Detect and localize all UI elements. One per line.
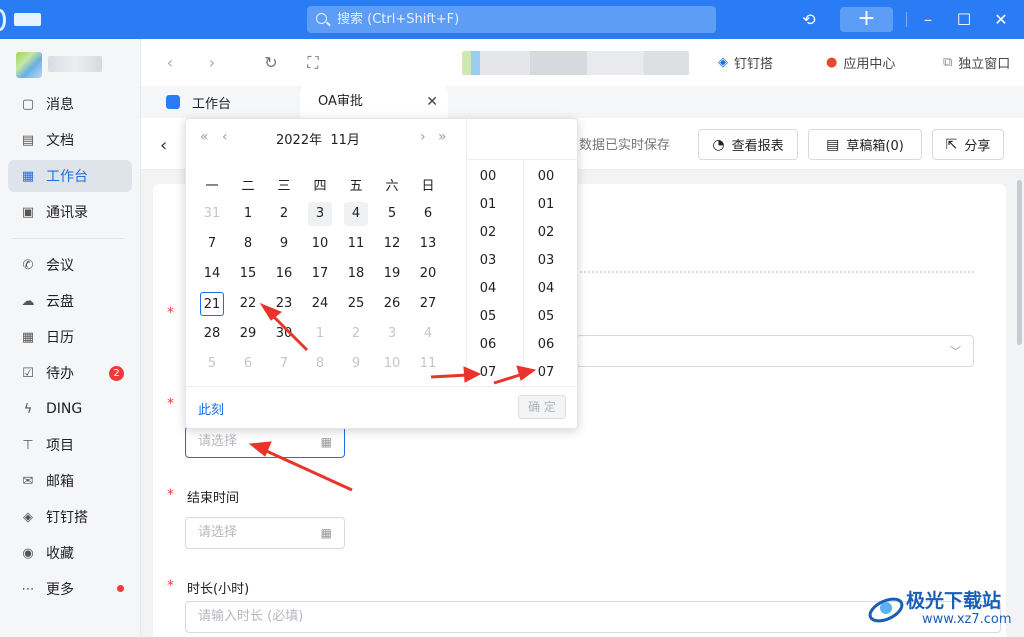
arrow-shaft	[268, 311, 309, 352]
watermark-name: 极光下载站	[906, 590, 1002, 612]
watermark-url: www.xz7.com	[922, 612, 1012, 627]
annotation-arrows	[248, 302, 537, 492]
watermark: 极光下载站 www.xz7.com	[866, 582, 1024, 637]
watermark-logo-icon	[868, 597, 904, 623]
arrow-head	[516, 365, 537, 381]
arrow-head	[248, 441, 272, 457]
arrow-head	[463, 366, 482, 383]
arrow-shaft	[430, 373, 469, 379]
arrow-shaft	[261, 447, 353, 492]
arrow-head	[259, 302, 282, 321]
arrow-shaft	[493, 372, 524, 385]
